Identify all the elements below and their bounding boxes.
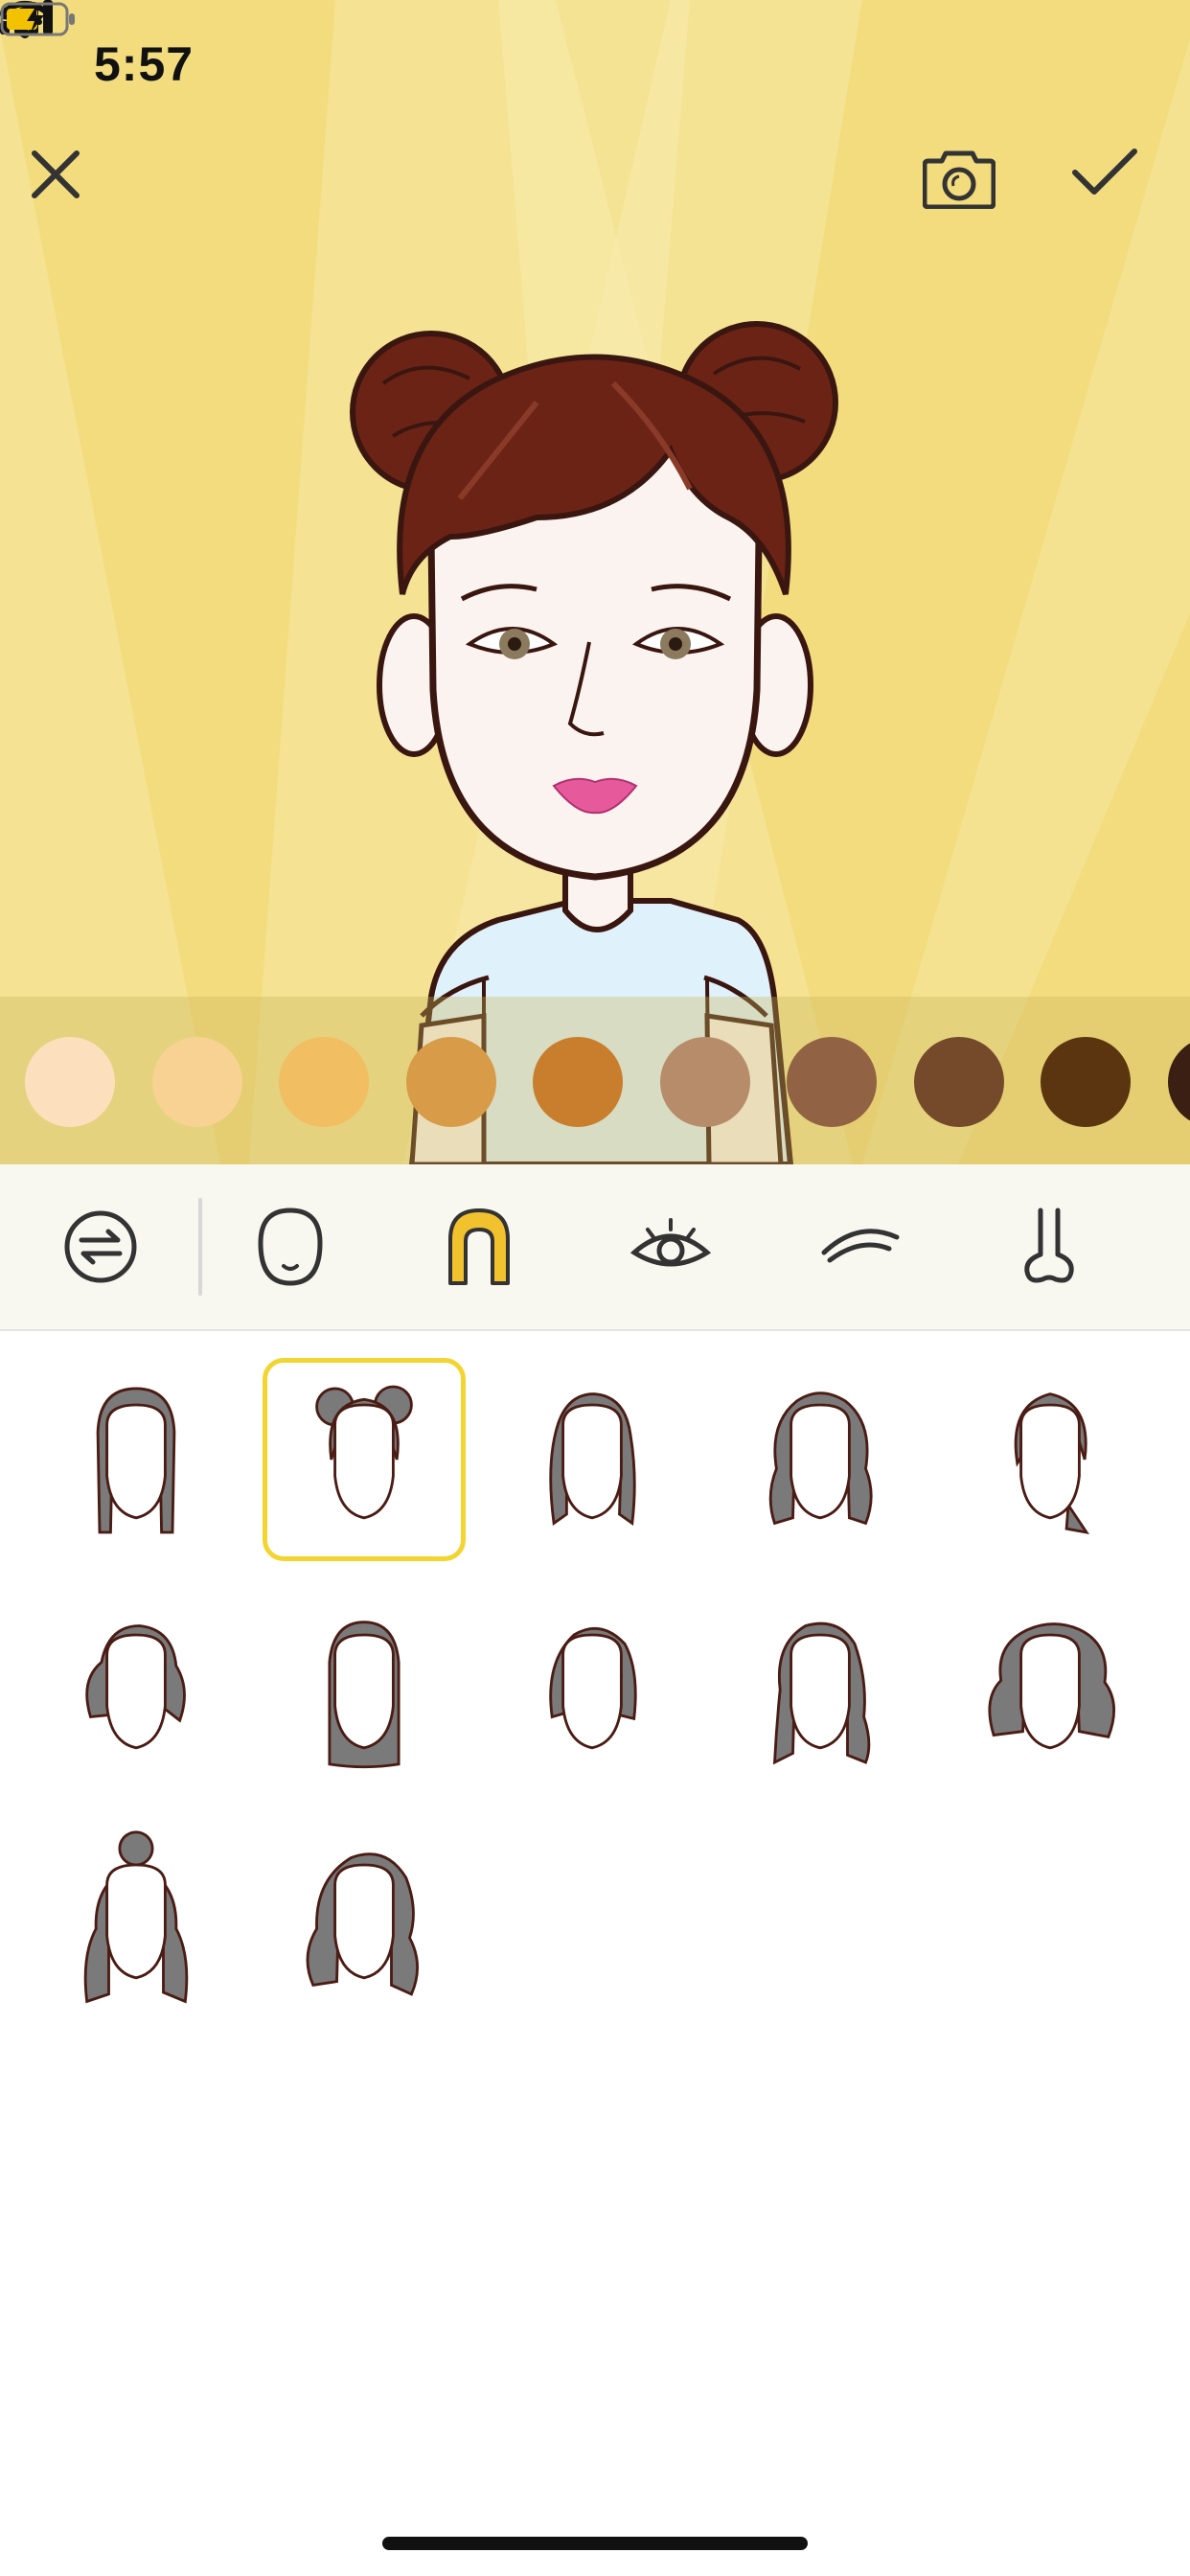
tool-face-shape[interactable]: [242, 1199, 338, 1295]
double-buns-hair-icon: [315, 1385, 413, 1520]
status-time: 5:57: [94, 37, 195, 91]
eye-icon: [630, 1218, 711, 1267]
long-wavy-hair-icon: [306, 1852, 419, 1996]
close-icon: [32, 150, 80, 198]
hair-style-option[interactable]: [34, 1358, 238, 1561]
skin-tone-swatch[interactable]: [25, 1037, 115, 1127]
top-bun-wavy-hair-icon: [83, 1830, 189, 2004]
sleek-straight-hair-icon: [328, 1621, 400, 1769]
close-button[interactable]: [29, 148, 115, 234]
hair-style-option[interactable]: [263, 1818, 466, 2021]
skin-tone-swatch[interactable]: [533, 1037, 623, 1127]
skin-tone-swatch[interactable]: [913, 1037, 1004, 1127]
feature-category-toolbar: [0, 1164, 1190, 1331]
eyebrow-icon: [821, 1229, 900, 1263]
tool-eyebrows[interactable]: [812, 1199, 908, 1295]
hair-style-option[interactable]: [949, 1358, 1152, 1561]
toolbar-divider: [198, 1198, 202, 1296]
voluminous-curly-hair-icon: [988, 1622, 1115, 1750]
hair-style-option[interactable]: [263, 1358, 466, 1561]
hair-style-option[interactable]: [34, 1818, 238, 2021]
skin-tone-swatch[interactable]: [151, 1037, 242, 1127]
tool-nose[interactable]: [1001, 1199, 1097, 1295]
swap-icon: [64, 1210, 137, 1283]
avatar-illustration: [350, 321, 838, 1164]
hair-style-option[interactable]: [263, 1588, 466, 1791]
shoulder-bob-hair-icon: [549, 1392, 636, 1527]
hair-style-grid: [0, 1337, 1190, 2046]
skin-tone-picker: [0, 997, 1190, 1164]
wavy-long-hair-icon: [768, 1392, 873, 1526]
confirm-button[interactable]: [1071, 148, 1157, 234]
battery-charging-icon: [0, 2, 75, 36]
tool-swap[interactable]: [53, 1199, 149, 1295]
checkmark-icon: [1072, 149, 1137, 195]
straight-long-hair-icon: [96, 1387, 176, 1534]
face-shape-icon: [258, 1208, 323, 1286]
hair-style-option[interactable]: [719, 1588, 922, 1791]
skin-tone-swatch[interactable]: [279, 1037, 369, 1127]
camera-icon: [923, 150, 995, 209]
skin-tone-swatch[interactable]: [1041, 1037, 1131, 1127]
hair-style-option[interactable]: [719, 1358, 922, 1561]
layered-wavy-hair-icon: [772, 1622, 871, 1765]
curly-short-hair-icon: [85, 1624, 186, 1750]
hair-style-option[interactable]: [491, 1358, 694, 1561]
skin-tone-swatch[interactable]: [659, 1037, 750, 1127]
skin-tone-swatch[interactable]: [405, 1037, 496, 1127]
hair-style-option[interactable]: [34, 1588, 238, 1791]
hair-style-option[interactable]: [949, 1588, 1152, 1791]
skin-tone-swatch[interactable]: [1167, 1037, 1190, 1127]
side-part-bob-hair-icon: [549, 1627, 637, 1750]
camera-button[interactable]: [923, 148, 1009, 234]
tool-eyes[interactable]: [623, 1199, 719, 1295]
skin-tone-swatch[interactable]: [787, 1037, 877, 1127]
tool-hair[interactable]: [431, 1199, 527, 1295]
short-side-swept-hair-icon: [1014, 1392, 1090, 1535]
nose-icon: [1024, 1208, 1074, 1283]
avatar-preview-stage: 5:57: [0, 0, 1190, 1164]
hair-style-option[interactable]: [491, 1588, 694, 1791]
home-indicator[interactable]: [382, 2537, 808, 2550]
hair-icon: [448, 1208, 510, 1285]
